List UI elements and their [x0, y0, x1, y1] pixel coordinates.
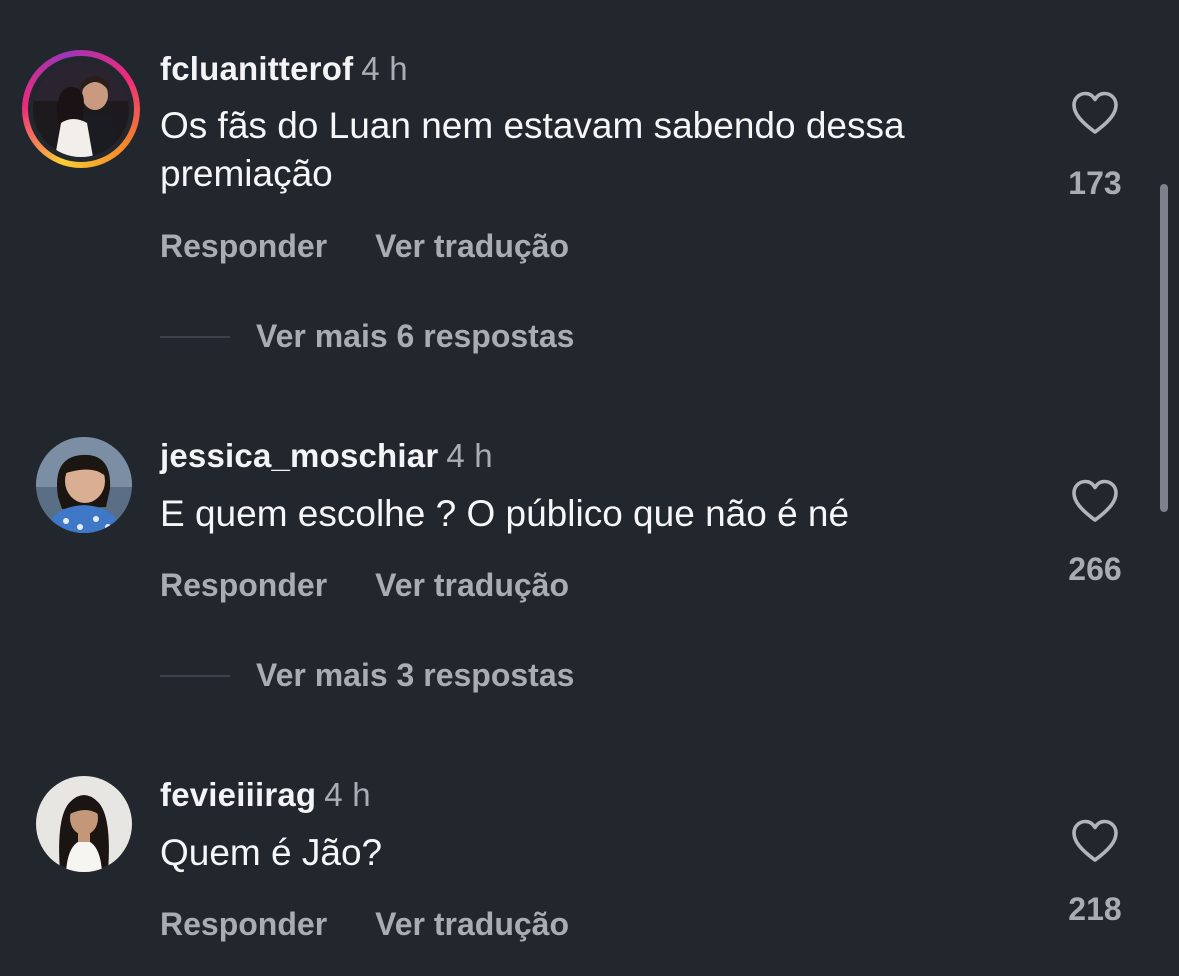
like-count: 173	[1068, 165, 1122, 201]
comment-username[interactable]: fcluanitterof	[160, 50, 353, 87]
like-button[interactable]	[1070, 90, 1120, 136]
view-more-replies-label: Ver mais 6 respostas	[256, 318, 575, 354]
heart-outline-icon	[1072, 819, 1118, 862]
heart-outline-icon	[1072, 91, 1118, 134]
avatar[interactable]	[36, 776, 132, 872]
reply-button[interactable]: Responder	[160, 228, 327, 265]
replies-divider	[160, 674, 230, 677]
comment-username-line[interactable]: fevieiiirag 4 h	[160, 776, 371, 814]
avatar[interactable]	[36, 437, 132, 533]
translate-button[interactable]: Ver tradução	[375, 228, 569, 265]
replies-divider	[160, 335, 230, 338]
like-count: 218	[1068, 891, 1122, 927]
comment-username-line[interactable]: fcluanitterof 4 h	[160, 50, 408, 88]
avatar-story-ring[interactable]	[22, 50, 140, 168]
comment-time: 4 h	[324, 776, 371, 813]
comment-text: Quem é Jão?	[160, 832, 383, 873]
comment-actions: Responder Ver tradução	[160, 228, 617, 265]
comment-text: Os fãs do Luan nem estavam sabendo dessa…	[160, 105, 905, 194]
view-more-replies-button[interactable]: Ver mais 3 respostas	[160, 657, 574, 694]
like-button[interactable]	[1070, 478, 1120, 524]
comment-text: E quem escolhe ? O público que não é né	[160, 493, 850, 534]
comment-username[interactable]: jessica_moschiar	[160, 437, 438, 474]
translate-button[interactable]: Ver tradução	[375, 906, 569, 943]
comment-username-line[interactable]: jessica_moschiar 4 h	[160, 437, 493, 475]
comment-time: 4 h	[361, 50, 408, 87]
avatar	[33, 61, 129, 157]
comment-actions: Responder Ver tradução	[160, 906, 617, 943]
comment-actions: Responder Ver tradução	[160, 567, 617, 604]
translate-button[interactable]: Ver tradução	[375, 567, 569, 604]
reply-button[interactable]: Responder	[160, 567, 327, 604]
scrollbar[interactable]	[1160, 184, 1168, 512]
comment-username[interactable]: fevieiiirag	[160, 776, 316, 813]
view-more-replies-button[interactable]: Ver mais 6 respostas	[160, 318, 574, 355]
heart-outline-icon	[1072, 479, 1118, 522]
like-button[interactable]	[1070, 818, 1120, 864]
view-more-replies-label: Ver mais 3 respostas	[256, 657, 575, 693]
comment-time: 4 h	[446, 437, 493, 474]
reply-button[interactable]: Responder	[160, 906, 327, 943]
like-count: 266	[1068, 551, 1122, 587]
